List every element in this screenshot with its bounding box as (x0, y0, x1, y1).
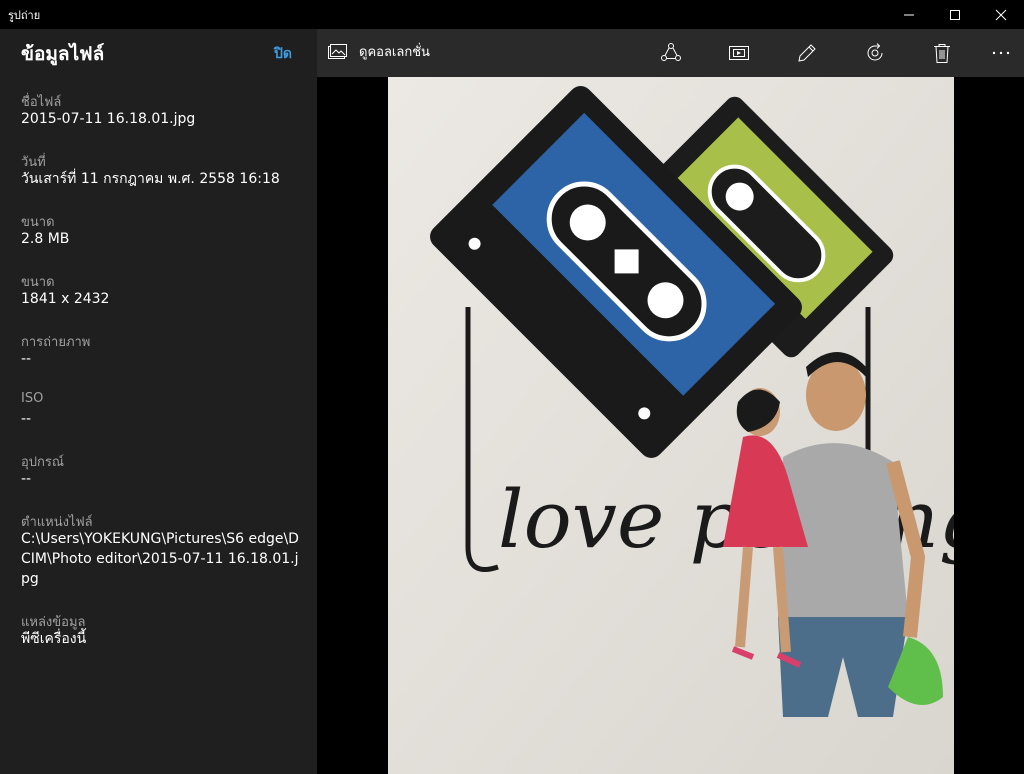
more-icon (992, 51, 1010, 55)
photo-image: love penang (388, 77, 954, 774)
minimize-button[interactable] (886, 0, 932, 29)
maximize-button[interactable] (932, 0, 978, 29)
delete-icon (934, 44, 950, 63)
rotate-button[interactable] (861, 39, 889, 67)
title-bar: รูปถ่าย (0, 0, 1024, 29)
field-value-filename: 2015-07-11 16.18.01.jpg (21, 111, 196, 127)
panel-title: ข้อมูลไฟล์ (21, 43, 105, 65)
close-icon (995, 9, 1007, 20)
field-value-size: 2.8 MB (21, 231, 70, 247)
share-icon (661, 43, 681, 61)
maximize-icon (950, 9, 960, 20)
field-value-date: วันเสาร์ที่ 11 กรกฎาคม พ.ศ. 2558 16:18 (21, 171, 280, 187)
field-label-iso: ISO (21, 391, 44, 406)
field-value-dimensions: 1841 x 2432 (21, 291, 110, 307)
field-value-capture: -- (21, 351, 32, 367)
field-value-iso: -- (21, 411, 32, 427)
delete-button[interactable] (928, 39, 956, 67)
app-title: รูปถ่าย (8, 8, 41, 22)
collection-icon (328, 43, 347, 59)
photo-illustration: love penang (388, 77, 954, 774)
file-info-panel: ข้อมูลไฟล์ ปิด ชื่อไฟล์ 2015-07-11 16.18… (0, 29, 317, 774)
field-value-source: พีซีเครื่องนี้ (21, 631, 87, 647)
slideshow-button[interactable] (725, 39, 753, 67)
window-controls (886, 0, 1024, 29)
field-value-device: -- (21, 471, 32, 487)
minimize-icon (904, 14, 914, 15)
close-window-button[interactable] (978, 0, 1024, 29)
photo-toolbar: ดูคอลเลกชั่น (317, 29, 1024, 77)
edit-button[interactable] (793, 39, 821, 67)
share-button[interactable] (657, 39, 685, 67)
close-panel-button[interactable]: ปิด (274, 43, 292, 65)
edit-icon (798, 44, 816, 62)
photo-viewer[interactable]: love penang (317, 77, 1024, 774)
slideshow-icon (729, 46, 749, 60)
rotate-icon (867, 43, 883, 61)
field-value-location[interactable]: C:\Users\YOKEKUNG\Pictures\S6 edge\DCIM\… (21, 529, 301, 589)
view-collection-button[interactable]: ดูคอลเลกชั่น (327, 41, 430, 62)
more-options-button[interactable] (987, 39, 1015, 67)
view-collection-label: ดูคอลเลกชั่น (359, 45, 430, 60)
